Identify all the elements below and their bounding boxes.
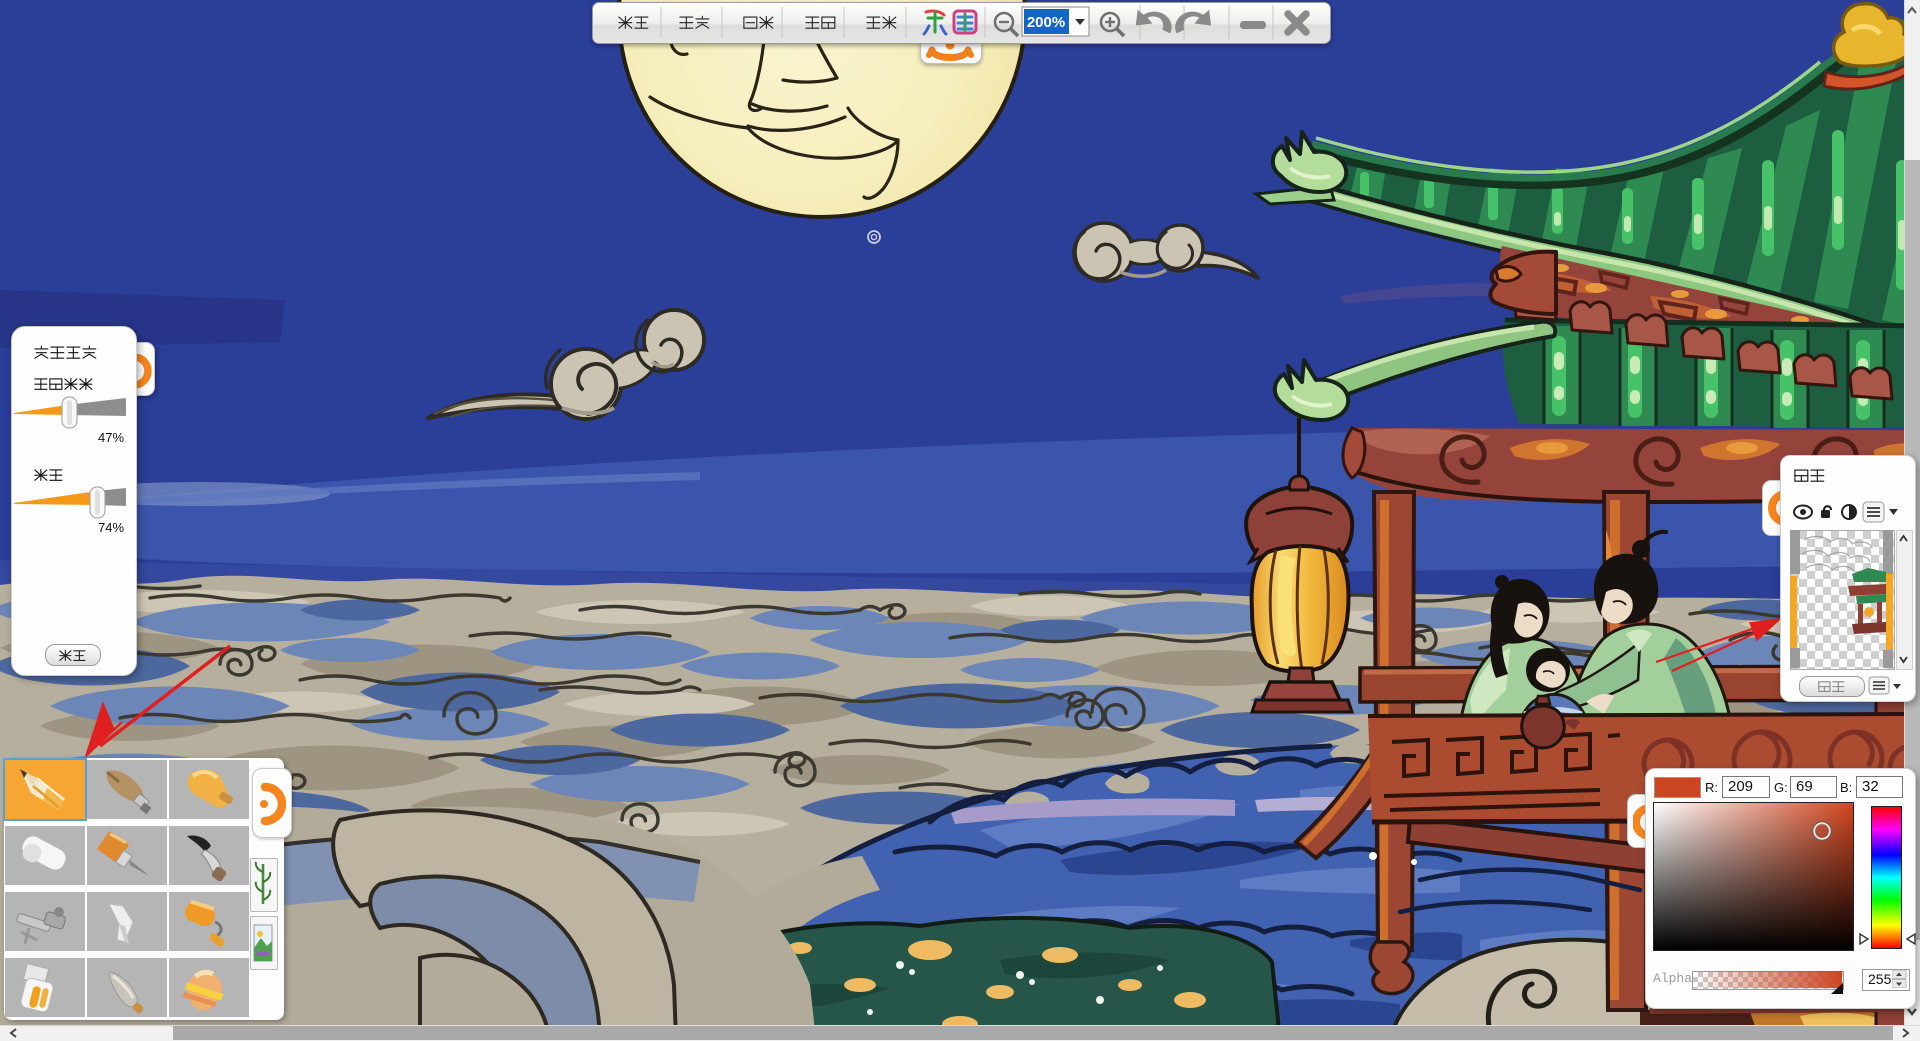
svg-text:200%: 200% bbox=[1027, 14, 1065, 31]
